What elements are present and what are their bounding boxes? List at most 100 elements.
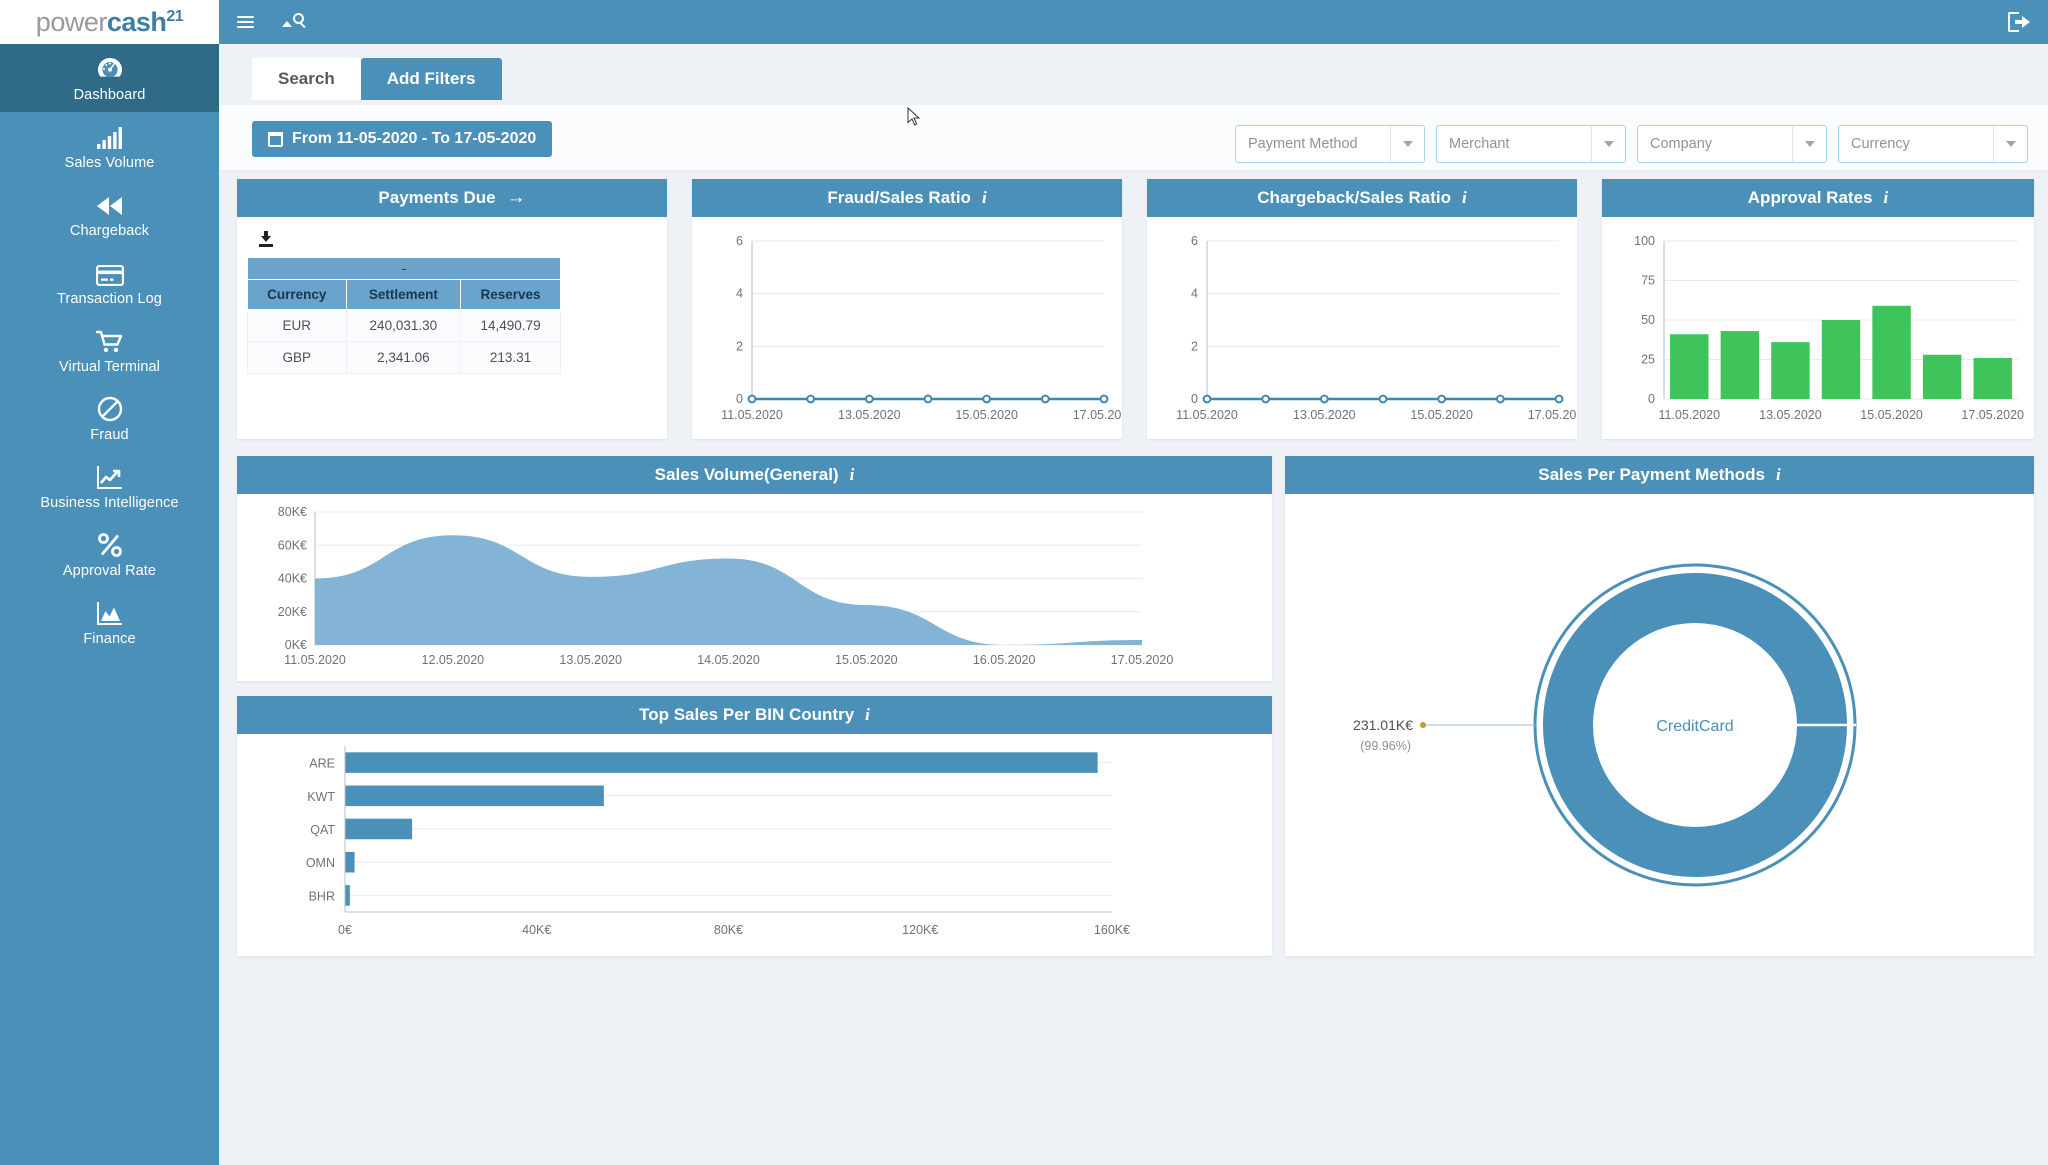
dropdown-label: Merchant [1449, 136, 1510, 152]
sidebar-item-fraud[interactable]: Fraud [0, 384, 219, 452]
merchant-dropdown[interactable]: Merchant [1436, 125, 1626, 163]
svg-text:2: 2 [1191, 339, 1198, 353]
sidebar-item-chargeback[interactable]: Chargeback [0, 180, 219, 248]
top-bar: powercash21 [0, 0, 2048, 44]
hamburger-menu-button[interactable] [237, 13, 254, 31]
info-icon[interactable]: i [850, 465, 855, 485]
cell-currency: EUR [247, 309, 347, 342]
card-body: 0 25 50 75 100 11.05.2020 13.05.2020 15.05.2020… [1602, 217, 2034, 439]
calendar-icon [268, 131, 283, 147]
sidebar-item-label: Fraud [90, 426, 129, 443]
chevron-down-icon [1390, 126, 1424, 162]
svg-text:80K€: 80K€ [278, 505, 307, 519]
sales-volume-chart: 0K€ 20K€ 40K€ 60K€ 80K€ 11.05.2020 12.05.2020 1… [278, 505, 1174, 667]
svg-text:100: 100 [1634, 234, 1655, 248]
card-title: Sales Per Payment Methods [1538, 465, 1766, 484]
svg-text:160K€: 160K€ [1094, 923, 1130, 937]
info-icon[interactable]: i [1776, 465, 1781, 485]
date-range-label: From 11-05-2020 - To 17-05-2020 [292, 130, 537, 147]
svg-text:OMN: OMN [306, 856, 335, 870]
card-header: Top Sales Per BIN Country i [237, 696, 1272, 734]
table-spacer-cell: - [247, 257, 561, 280]
app-logo[interactable]: powercash21 [0, 0, 219, 44]
sidebar-item-finance[interactable]: Finance [0, 588, 219, 656]
info-icon[interactable]: i [982, 188, 987, 208]
svg-text:4: 4 [1191, 287, 1198, 301]
svg-text:15.05.2020: 15.05.2020 [1410, 408, 1473, 422]
svg-text:0: 0 [736, 392, 743, 406]
column-header-currency: Currency [247, 279, 347, 310]
info-icon[interactable]: i [1462, 188, 1467, 208]
svg-text:13.05.2020: 13.05.2020 [1293, 408, 1356, 422]
logo-secondary: cash [106, 6, 167, 37]
svg-text:13.05.2020: 13.05.2020 [1759, 408, 1822, 422]
tab-add-filters[interactable]: Add Filters [360, 58, 502, 100]
info-icon[interactable]: i [865, 705, 870, 725]
download-icon[interactable] [259, 231, 277, 247]
svg-text:75: 75 [1641, 274, 1655, 288]
info-icon[interactable]: i [1883, 188, 1888, 208]
table-row: GBP 2,341.06 213.31 [247, 341, 561, 374]
svg-text:11.05.2020: 11.05.2020 [284, 653, 346, 667]
card-body: 0 2 4 6 11.05.2020 13.05.2020 15.05.2020 17.05.… [1147, 217, 1590, 439]
cell-reserves: 14,490.79 [460, 309, 561, 342]
svg-text:20K€: 20K€ [278, 605, 307, 619]
svg-text:0: 0 [1191, 392, 1198, 406]
chargeback-sales-ratio-chart: 0 2 4 6 11.05.2020 13.05.2020 15.05.2020 17.05.… [1176, 234, 1590, 422]
sales-per-payment-methods-card: Sales Per Payment Methods i 231.01K€ (99.… [1285, 456, 2034, 956]
sidebar-item-transaction-log[interactable]: Transaction Log [0, 248, 219, 316]
payments-due-table: - Currency Settlement Reserves EUR 240,0… [247, 257, 561, 374]
svg-text:6: 6 [736, 234, 743, 248]
card-header: Payments Due → [237, 179, 667, 217]
sidebar-item-label: Sales Volume [64, 154, 155, 171]
svg-text:(99.96%): (99.96%) [1360, 739, 1411, 753]
svg-text:2: 2 [736, 339, 743, 353]
card-body: - Currency Settlement Reserves EUR 240,0… [237, 217, 667, 439]
svg-text:40K€: 40K€ [278, 572, 307, 586]
svg-text:11.05.2020: 11.05.2020 [1658, 408, 1720, 422]
cell-reserves: 213.31 [460, 341, 561, 374]
tab-strip: Search Add Filters [252, 58, 502, 100]
sidebar-item-approval-rate[interactable]: Approval Rate [0, 520, 219, 588]
percent-icon [97, 530, 123, 558]
column-header-reserves: Reserves [460, 279, 561, 310]
dropdown-label: Payment Method [1248, 136, 1358, 152]
sidebar-item-business-intelligence[interactable]: Business Intelligence [0, 452, 219, 520]
column-header-settlement: Settlement [345, 279, 462, 310]
logo-superscript: 21 [166, 7, 184, 25]
area-chart-icon [96, 598, 124, 626]
search-button[interactable] [282, 11, 308, 33]
svg-text:120K€: 120K€ [902, 923, 938, 937]
top-sales-bin-country-card: Top Sales Per BIN Country i ARE KWT QAT OMN… [237, 696, 1272, 956]
logout-button[interactable] [2008, 12, 2030, 32]
currency-dropdown[interactable]: Currency [1838, 125, 2028, 163]
dashboard-gauge-icon [96, 54, 124, 82]
svg-text:QAT: QAT [310, 823, 335, 837]
svg-text:50: 50 [1641, 313, 1655, 327]
tab-search[interactable]: Search [252, 58, 361, 100]
svg-text:CreditCard: CreditCard [1656, 718, 1733, 735]
card-header: Sales Per Payment Methods i [1285, 456, 2034, 494]
svg-text:0K€: 0K€ [285, 638, 307, 652]
shopping-cart-icon [95, 326, 124, 354]
svg-text:15.05.2020: 15.05.2020 [955, 408, 1018, 422]
svg-text:BHR: BHR [309, 889, 335, 903]
svg-text:4: 4 [736, 287, 743, 301]
svg-text:0: 0 [1648, 392, 1655, 406]
sales-volume-card: Sales Volume(General) i 0K€ 20K€ 40K€ 60K€ 8… [237, 456, 1272, 681]
chevron-down-icon [1591, 126, 1625, 162]
sidebar-item-virtual-terminal[interactable]: Virtual Terminal [0, 316, 219, 384]
svg-text:KWT: KWT [307, 790, 335, 804]
payment-method-dropdown[interactable]: Payment Method [1235, 125, 1425, 163]
svg-text:15.05.2020: 15.05.2020 [835, 653, 898, 667]
svg-text:0€: 0€ [338, 923, 352, 937]
svg-text:11.05.2020: 11.05.2020 [721, 408, 783, 422]
sidebar-item-dashboard[interactable]: Dashboard [0, 44, 219, 112]
card-header: Sales Volume(General) i [237, 456, 1272, 494]
sidebar-item-sales-volume[interactable]: Sales Volume [0, 112, 219, 180]
company-dropdown[interactable]: Company [1637, 125, 1827, 163]
arrow-right-icon[interactable]: → [507, 187, 526, 209]
sidebar-item-label: Dashboard [73, 86, 146, 103]
date-range-picker[interactable]: From 11-05-2020 - To 17-05-2020 [252, 121, 553, 157]
tab-label: Search [278, 69, 335, 88]
